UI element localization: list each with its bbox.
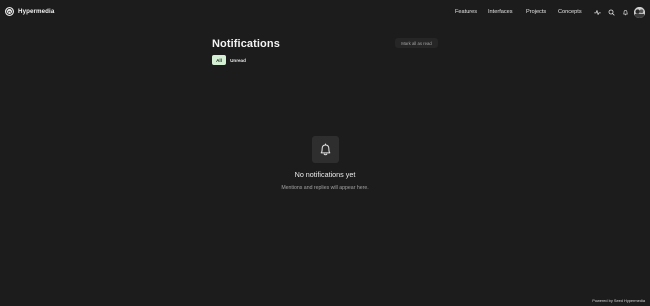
search-icon[interactable]: [607, 8, 615, 16]
empty-state-icon-box: [312, 136, 339, 163]
nav-item-interfaces[interactable]: Interfaces: [488, 9, 513, 15]
brand[interactable]: Hypermedia: [5, 7, 54, 16]
activity-icon[interactable]: [593, 8, 601, 16]
page-title: Notifications: [212, 38, 280, 50]
brand-name: Hypermedia: [18, 8, 55, 15]
brand-logo-icon: [5, 7, 14, 16]
empty-state-title: No notifications yet: [294, 170, 356, 179]
bell-icon: [320, 143, 331, 156]
tab-unread[interactable]: Unread: [228, 55, 248, 65]
nav-item-projects[interactable]: Projects: [526, 9, 546, 15]
top-bar: Hypermedia Features Interfaces Projects …: [0, 0, 650, 26]
empty-state-subtitle: Mentions and replies will appear here.: [281, 185, 369, 191]
bell-icon[interactable]: [621, 8, 629, 16]
powered-by-footer[interactable]: Powered by Seed Hypermedia: [592, 298, 645, 303]
mark-all-read-button[interactable]: Mark all as read: [395, 38, 438, 48]
nav-item-concepts[interactable]: Concepts: [558, 9, 582, 15]
avatar[interactable]: [634, 7, 645, 18]
nav-item-features[interactable]: Features: [455, 9, 477, 15]
tab-all[interactable]: All: [212, 55, 226, 65]
